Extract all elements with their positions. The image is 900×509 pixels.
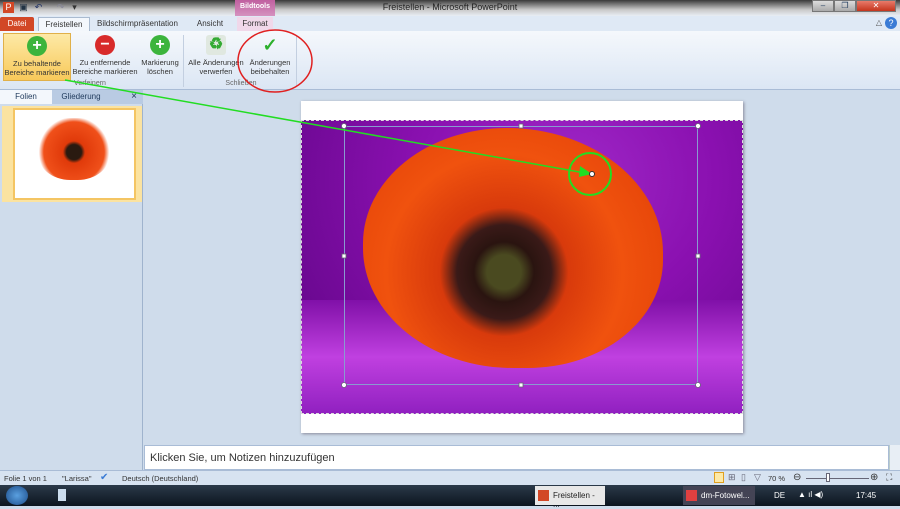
taskbar-label: dm-Fotowel... <box>701 491 750 500</box>
language[interactable]: Deutsch (Deutschland) <box>122 474 198 483</box>
slideshow-icon[interactable]: ▽ <box>754 472 761 483</box>
tray-icons[interactable]: ▲ ıl ◀) <box>798 490 823 499</box>
slide-counter: Folie 1 von 1 <box>4 474 47 483</box>
taskbar-item-powerpoint[interactable]: Freistellen - ... <box>535 486 605 509</box>
zoom-level[interactable]: 70 % <box>768 474 785 483</box>
reading-view-icon[interactable]: ▯ <box>741 472 746 483</box>
annotations <box>64 29 701 388</box>
clock[interactable]: 17:45 <box>856 491 876 500</box>
normal-view-icon[interactable] <box>714 472 724 483</box>
zoom-out-icon[interactable]: ⊖ <box>793 472 801 483</box>
selection-handles <box>341 123 701 388</box>
fit-to-window-icon[interactable]: ⛶ <box>886 472 892 483</box>
show-desktop-icon[interactable] <box>58 489 66 501</box>
input-language[interactable]: DE <box>774 491 785 500</box>
taskbar: Freistellen - ... dm-Fotowel... DE ▲ ıl … <box>0 485 900 509</box>
taskbar-item-dm-fotowelt[interactable]: dm-Fotowel... <box>683 486 755 505</box>
theme-name: "Larissa" <box>62 474 92 483</box>
zoom-slider[interactable] <box>806 478 869 479</box>
app-icon <box>686 490 697 501</box>
zoom-slider-thumb[interactable] <box>826 473 830 482</box>
spellcheck-icon[interactable]: ✔ <box>100 472 108 483</box>
powerpoint-icon <box>538 490 549 501</box>
red-annotation-circle <box>237 29 313 93</box>
status-bar: Folie 1 von 1 "Larissa" ✔ Deutsch (Deuts… <box>0 470 900 485</box>
slide-sorter-icon[interactable]: ⊞ <box>728 472 736 483</box>
taskbar-label: Freistellen - ... <box>553 491 595 509</box>
green-annotation-arrow <box>64 79 586 174</box>
notes-scrollbar[interactable] <box>889 445 900 470</box>
zoom-in-icon[interactable]: ⊕ <box>870 472 878 483</box>
notes-field[interactable]: Klicken Sie, um Notizen hinzuzufügen <box>144 445 889 470</box>
keep-mark-point <box>589 171 595 177</box>
start-button[interactable] <box>6 486 28 505</box>
